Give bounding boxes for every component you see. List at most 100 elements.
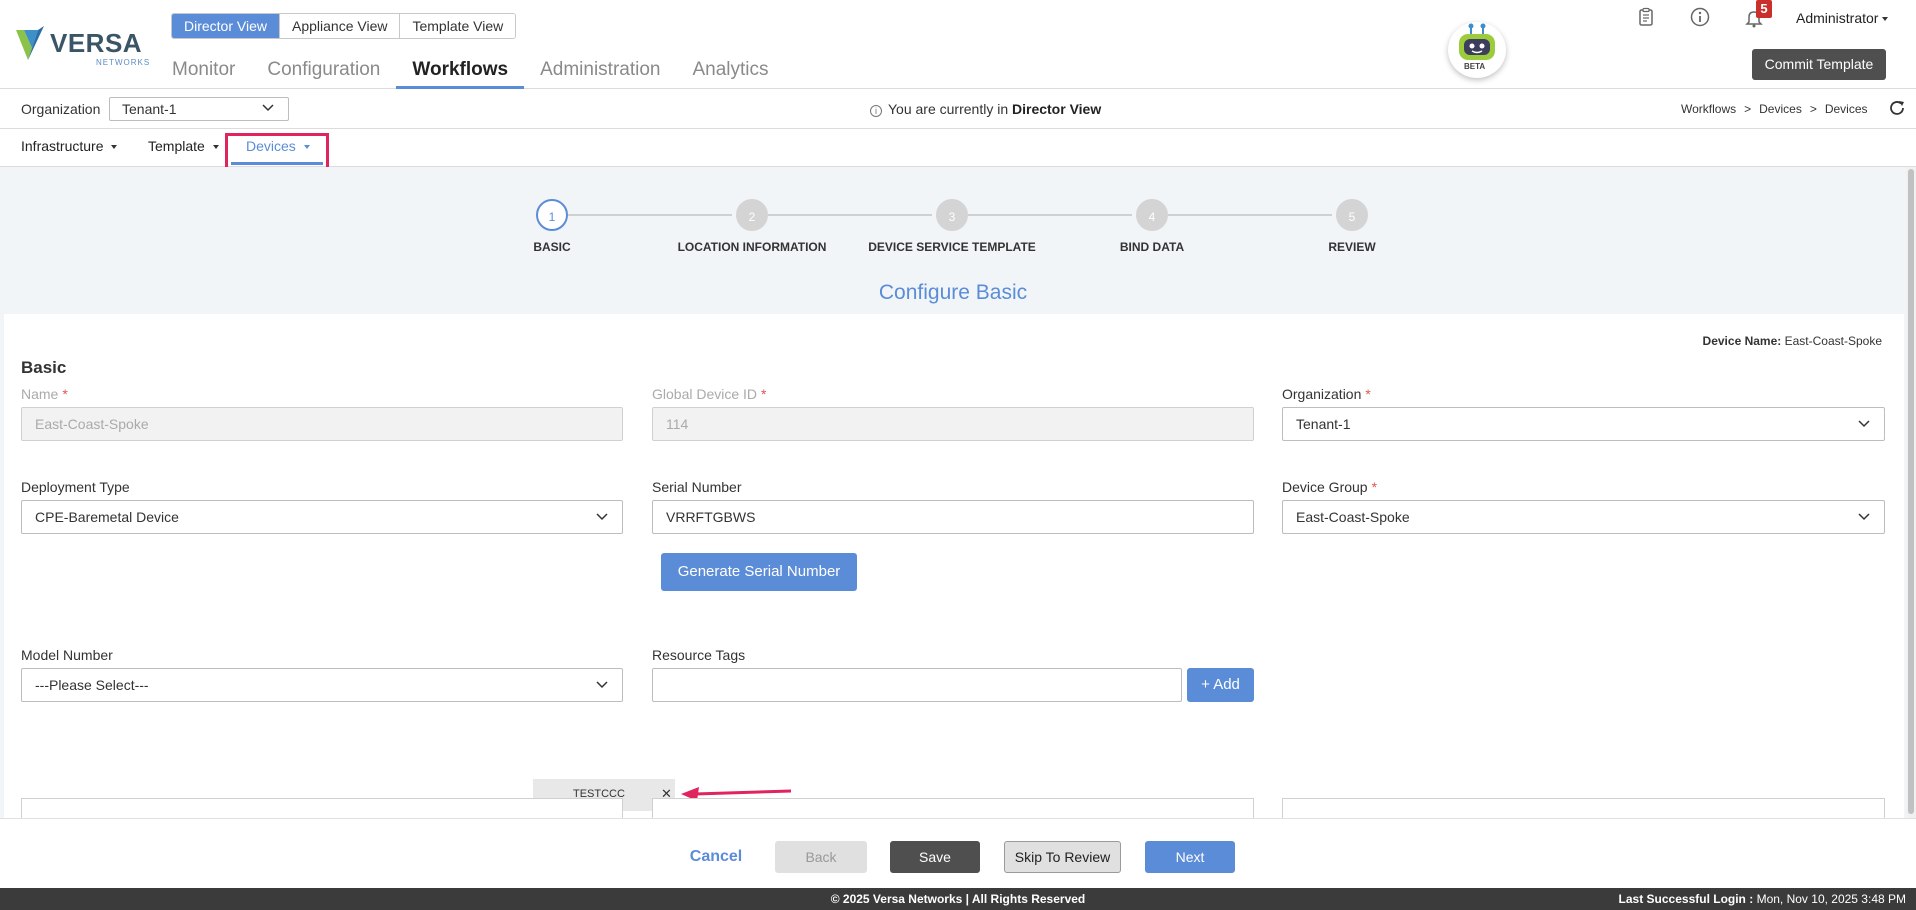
current-view-prefix: You are currently in (888, 101, 1009, 117)
step-4-circle[interactable]: 4 (1136, 199, 1168, 231)
current-view-name: Director View (1012, 101, 1102, 117)
name-label: Name * (21, 386, 68, 402)
required-mark: * (1365, 386, 1371, 402)
subnav-template[interactable]: Template (148, 138, 219, 154)
subnav-infrastructure[interactable]: Infrastructure (21, 138, 118, 154)
footer: © 2025 Versa Networks | All Rights Reser… (0, 888, 1916, 910)
required-mark: * (1371, 479, 1378, 495)
cancel-button[interactable]: Cancel (684, 841, 748, 873)
required-mark: * (62, 386, 68, 402)
clipboard-icon[interactable] (1636, 7, 1656, 27)
top-header: VERSA NETWORKS Director View Appliance V… (0, 0, 1916, 89)
user-menu[interactable]: Administrator (1796, 10, 1889, 26)
model-number-label: Model Number (21, 647, 113, 663)
chevron-down-icon (1882, 17, 1889, 22)
nav-configuration[interactable]: Configuration (251, 56, 396, 89)
back-button[interactable]: Back (775, 841, 867, 873)
main-content: 1 2 3 4 5 BASIC LOCATION INFORMATION DEV… (0, 167, 1916, 818)
director-view-button[interactable]: Director View (172, 14, 280, 38)
versa-logo[interactable]: VERSA NETWORKS (16, 24, 149, 67)
chevron-down-icon (1858, 420, 1870, 428)
basic-form-card: Device Name: East-Coast-Spoke Basic Name… (4, 314, 1904, 818)
device-group-label-text: Device Group (1282, 479, 1368, 495)
step-2-label: LOCATION INFORMATION (677, 240, 827, 254)
organization-bar: Organization Tenant-1 i You are currently… (0, 89, 1916, 129)
refresh-icon[interactable] (1888, 99, 1906, 117)
user-name: Administrator (1796, 10, 1879, 26)
scrollbar-thumb[interactable] (1908, 169, 1914, 814)
chevron-down-icon (596, 513, 608, 521)
device-name-value: East-Coast-Spoke (1784, 334, 1882, 348)
global-device-id-label-text: Global Device ID (652, 386, 758, 402)
breadcrumb-separator: > (1809, 102, 1817, 116)
organization-dropdown[interactable]: Tenant-1 (1282, 407, 1885, 441)
deployment-type-dropdown[interactable]: CPE-Baremetal Device (21, 500, 623, 534)
generate-serial-number-button[interactable]: Generate Serial Number (661, 553, 857, 591)
step-5-circle[interactable]: 5 (1336, 199, 1368, 231)
robot-icon (1459, 23, 1495, 60)
step-3-label: DEVICE SERVICE TEMPLATE (868, 240, 1036, 254)
notification-badge[interactable]: 5 (1756, 0, 1772, 18)
main-nav: Monitor Configuration Workflows Administ… (156, 56, 785, 89)
chevron-down-icon (596, 681, 608, 689)
breadcrumb: Workflows > Devices > Devices (1681, 102, 1868, 116)
organization-field-label-text: Organization (1282, 386, 1362, 402)
last-login-label: Last Successful Login : (1618, 892, 1754, 906)
info-icon: i (870, 105, 882, 117)
step-4-label: BIND DATA (1119, 240, 1185, 254)
organization-dropdown-value: Tenant-1 (1296, 416, 1351, 432)
resource-tags-label: Resource Tags (652, 647, 746, 663)
organization-select[interactable]: Tenant-1 (109, 97, 289, 121)
subnav-label: Infrastructure (21, 138, 104, 154)
global-device-id-field: 114 (652, 407, 1254, 441)
info-icon[interactable] (1690, 7, 1710, 27)
add-tag-button[interactable]: + Add (1187, 668, 1254, 702)
nav-monitor[interactable]: Monitor (156, 56, 251, 89)
model-number-value: ---Please Select--- (35, 677, 149, 693)
deployment-type-label: Deployment Type (21, 479, 130, 495)
breadcrumb-item[interactable]: Devices (1759, 102, 1802, 116)
nav-workflows[interactable]: Workflows (396, 56, 525, 89)
device-name-display: Device Name: East-Coast-Spoke (1703, 334, 1882, 348)
serial-number-label: Serial Number (652, 479, 742, 495)
chevron-down-icon (212, 145, 219, 150)
assistant-bot-button[interactable]: BETA (1448, 22, 1506, 78)
template-view-button[interactable]: Template View (400, 14, 516, 38)
view-toggle: Director View Appliance View Template Vi… (171, 13, 517, 39)
breadcrumb-item[interactable]: Workflows (1681, 102, 1736, 116)
step-2-circle[interactable]: 2 (736, 199, 768, 231)
ssh-default-card (1282, 798, 1885, 818)
appliance-view-button[interactable]: Appliance View (280, 14, 401, 38)
step-5-label: REVIEW (1328, 240, 1376, 254)
breadcrumb-item[interactable]: Devices (1825, 102, 1868, 116)
device-group-label: Device Group * (1282, 479, 1377, 495)
resource-tags-input[interactable] (652, 668, 1182, 702)
scrollbar[interactable] (1906, 167, 1916, 818)
subscription-card (652, 798, 1254, 818)
nav-administration[interactable]: Administration (524, 56, 676, 89)
logo-text: VERSA (50, 28, 143, 58)
model-number-dropdown[interactable]: ---Please Select--- (21, 668, 623, 702)
beta-label: BETA (1464, 62, 1486, 71)
subnav-label: Template (148, 138, 205, 154)
admin-contact-card (21, 798, 623, 818)
device-group-dropdown[interactable]: East-Coast-Spoke (1282, 500, 1885, 534)
organization-label: Organization (21, 101, 101, 117)
commit-template-button[interactable]: Commit Template (1752, 49, 1886, 80)
name-label-text: Name (21, 386, 59, 402)
step-1-label: BASIC (533, 240, 571, 254)
step-3-circle[interactable]: 3 (936, 199, 968, 231)
step-connector (768, 214, 932, 216)
page-title: Configure Basic (878, 281, 1028, 304)
serial-number-input[interactable]: VRRFTGBWS (652, 500, 1254, 534)
step-connector (1168, 214, 1332, 216)
global-device-id-label: Global Device ID * (652, 386, 767, 402)
organization-value: Tenant-1 (122, 101, 177, 117)
step-1-circle[interactable]: 1 (536, 199, 568, 231)
device-group-value: East-Coast-Spoke (1296, 509, 1410, 525)
nav-analytics[interactable]: Analytics (677, 56, 785, 89)
save-button[interactable]: Save (890, 841, 980, 873)
chevron-down-icon (111, 145, 118, 150)
next-button[interactable]: Next (1145, 841, 1235, 873)
skip-to-review-button[interactable]: Skip To Review (1004, 841, 1121, 873)
